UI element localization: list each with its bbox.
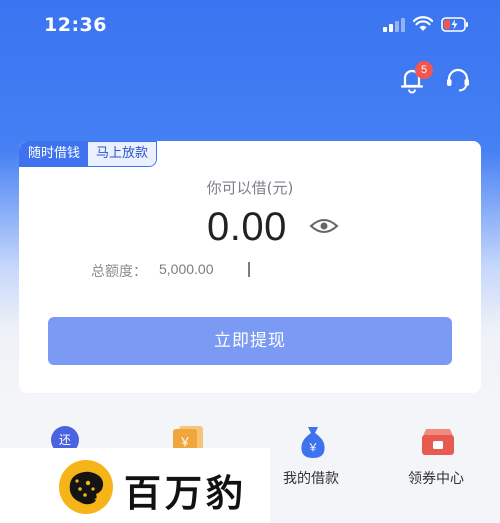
- status-time: 12:36: [44, 14, 107, 36]
- available-amount: 0.00: [207, 205, 287, 249]
- repay-icon-glyph: 还: [59, 433, 71, 447]
- status-bar: 12:36: [0, 0, 500, 50]
- withdraw-now-button[interactable]: 立即提现: [48, 317, 452, 365]
- menu-item-my-loans[interactable]: 我的借款: [283, 468, 339, 488]
- tag-fast-disbursement: 马上放款: [88, 142, 157, 166]
- coupon-icon[interactable]: [420, 427, 456, 457]
- eye-icon[interactable]: [309, 215, 339, 237]
- brand-name: 百万豹: [124, 471, 247, 515]
- bill-icon-glyph: ￥: [179, 435, 191, 449]
- limit-divider: [248, 262, 250, 277]
- money-bag-icon[interactable]: ￥: [298, 425, 328, 459]
- wifi-icon: [413, 16, 433, 31]
- money-bag-icon-glyph: ￥: [308, 441, 319, 454]
- tag-anytime-borrow: 随时借钱: [20, 142, 89, 166]
- total-limit-label: 总额度：: [91, 264, 147, 280]
- battery-charging-icon: [441, 17, 468, 32]
- cellular-signal-icon: [383, 18, 405, 32]
- loan-card: 随时借钱 马上放款 你可以借(元) 0.00 总额度： 5,000.00 立即提…: [19, 141, 481, 393]
- notification-badge: 5: [415, 61, 433, 79]
- promo-tag: 随时借钱 马上放款: [19, 141, 158, 167]
- available-amount-label: 你可以借(元): [206, 179, 294, 197]
- menu-item-coupon-center[interactable]: 领券中心: [408, 468, 464, 488]
- leopard-logo-icon: [59, 460, 113, 514]
- customer-service-icon[interactable]: [444, 66, 472, 94]
- total-limit-value: 5,000.00: [159, 261, 214, 277]
